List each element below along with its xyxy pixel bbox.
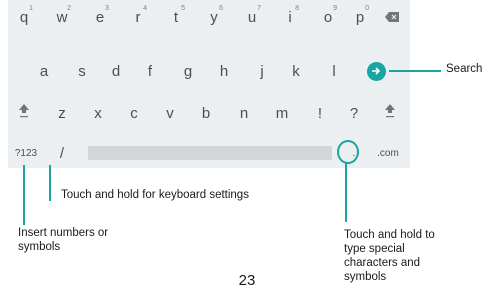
key-label: x: [94, 104, 102, 122]
key-hint: 9: [333, 5, 337, 12]
key-exclamation[interactable]: !: [304, 98, 336, 128]
key-l[interactable]: l: [318, 56, 350, 86]
key-label: k: [292, 62, 300, 80]
key-hint: 7: [257, 5, 261, 12]
special-chars-callout-line: [345, 162, 347, 222]
space-bar[interactable]: [88, 146, 332, 160]
key-label: e: [95, 8, 105, 26]
key-label: h: [219, 62, 229, 80]
key-label: /: [59, 144, 65, 162]
key-label: v: [166, 104, 174, 122]
key-label: !: [317, 104, 323, 122]
key-g[interactable]: g: [172, 56, 204, 86]
key-o[interactable]: 9o: [312, 2, 344, 32]
key-label: d: [111, 62, 121, 80]
keyboard-settings-callout: Touch and hold for keyboard settings: [61, 189, 249, 201]
key-label: o: [323, 8, 333, 26]
shift-icon: [19, 104, 29, 122]
key-hint: 0: [365, 5, 369, 12]
key-u[interactable]: 7u: [236, 2, 268, 32]
backspace-icon: [385, 9, 399, 26]
key-j[interactable]: j: [246, 56, 278, 86]
key-label: w: [56, 8, 68, 26]
key-slash[interactable]: /: [46, 138, 78, 168]
key-label: c: [130, 104, 138, 122]
key-f[interactable]: f: [134, 56, 166, 86]
shift-key-right[interactable]: [374, 98, 406, 128]
key-question[interactable]: ?: [338, 98, 370, 128]
key-label: z: [58, 104, 66, 122]
key-a[interactable]: a: [28, 56, 60, 86]
key-label: i: [288, 8, 292, 26]
key-label: m: [275, 104, 289, 122]
key-s[interactable]: s: [66, 56, 98, 86]
key-label: t: [173, 8, 179, 26]
key-c[interactable]: c: [118, 98, 150, 128]
key-label: j: [260, 62, 264, 80]
page-number: 23: [238, 272, 256, 289]
key-hint: 4: [143, 5, 147, 12]
period-key-highlight: [337, 140, 359, 164]
key-label: r: [135, 8, 141, 26]
key-label: a: [39, 62, 49, 80]
shift-icon: [385, 104, 395, 122]
key-n[interactable]: n: [228, 98, 260, 128]
numbers-callout-line: [23, 165, 25, 225]
key-i[interactable]: 8i: [274, 2, 306, 32]
key-hint: 1: [29, 5, 33, 12]
key-hint: 2: [67, 5, 71, 12]
key-hint: 5: [181, 5, 185, 12]
key-label: n: [239, 104, 249, 122]
key-w[interactable]: 2w: [46, 2, 78, 32]
key-label: b: [201, 104, 211, 122]
key-label: q: [19, 8, 29, 26]
key-hint: 8: [295, 5, 299, 12]
search-key[interactable]: [360, 56, 392, 86]
key-d[interactable]: d: [100, 56, 132, 86]
key-z[interactable]: z: [46, 98, 78, 128]
key-hint: 3: [105, 5, 109, 12]
key-e[interactable]: 3e: [84, 2, 116, 32]
key-x[interactable]: x: [82, 98, 114, 128]
symbols-key[interactable]: ?123: [10, 138, 42, 168]
key-h[interactable]: h: [208, 56, 240, 86]
key-m[interactable]: m: [266, 98, 298, 128]
key-p[interactable]: 0p: [344, 2, 376, 32]
key-label: ?: [349, 104, 359, 122]
key-k[interactable]: k: [280, 56, 312, 86]
key-label: g: [183, 62, 193, 80]
key-y[interactable]: 6y: [198, 2, 230, 32]
dotcom-key[interactable]: .com: [372, 138, 404, 168]
key-b[interactable]: b: [190, 98, 222, 128]
shift-key-left[interactable]: [8, 98, 40, 128]
settings-callout-line: [49, 165, 51, 201]
key-label: l: [332, 62, 336, 80]
arrow-right-icon: [366, 61, 386, 81]
key-hint: 6: [219, 5, 223, 12]
key-q[interactable]: 1q: [8, 2, 40, 32]
key-label: y: [210, 8, 218, 26]
search-callout: Search: [446, 63, 483, 75]
key-v[interactable]: v: [154, 98, 186, 128]
key-label: s: [78, 62, 86, 80]
key-label: .com: [377, 147, 399, 159]
key-label: f: [147, 62, 153, 80]
search-callout-line: [389, 70, 441, 72]
key-label: p: [355, 8, 365, 26]
backspace-key[interactable]: [376, 2, 408, 32]
key-r[interactable]: 4r: [122, 2, 154, 32]
insert-numbers-callout: Insert numbers or symbols: [18, 227, 109, 253]
key-label: ?123: [14, 147, 38, 159]
key-label: u: [247, 8, 257, 26]
key-t[interactable]: 5t: [160, 2, 192, 32]
